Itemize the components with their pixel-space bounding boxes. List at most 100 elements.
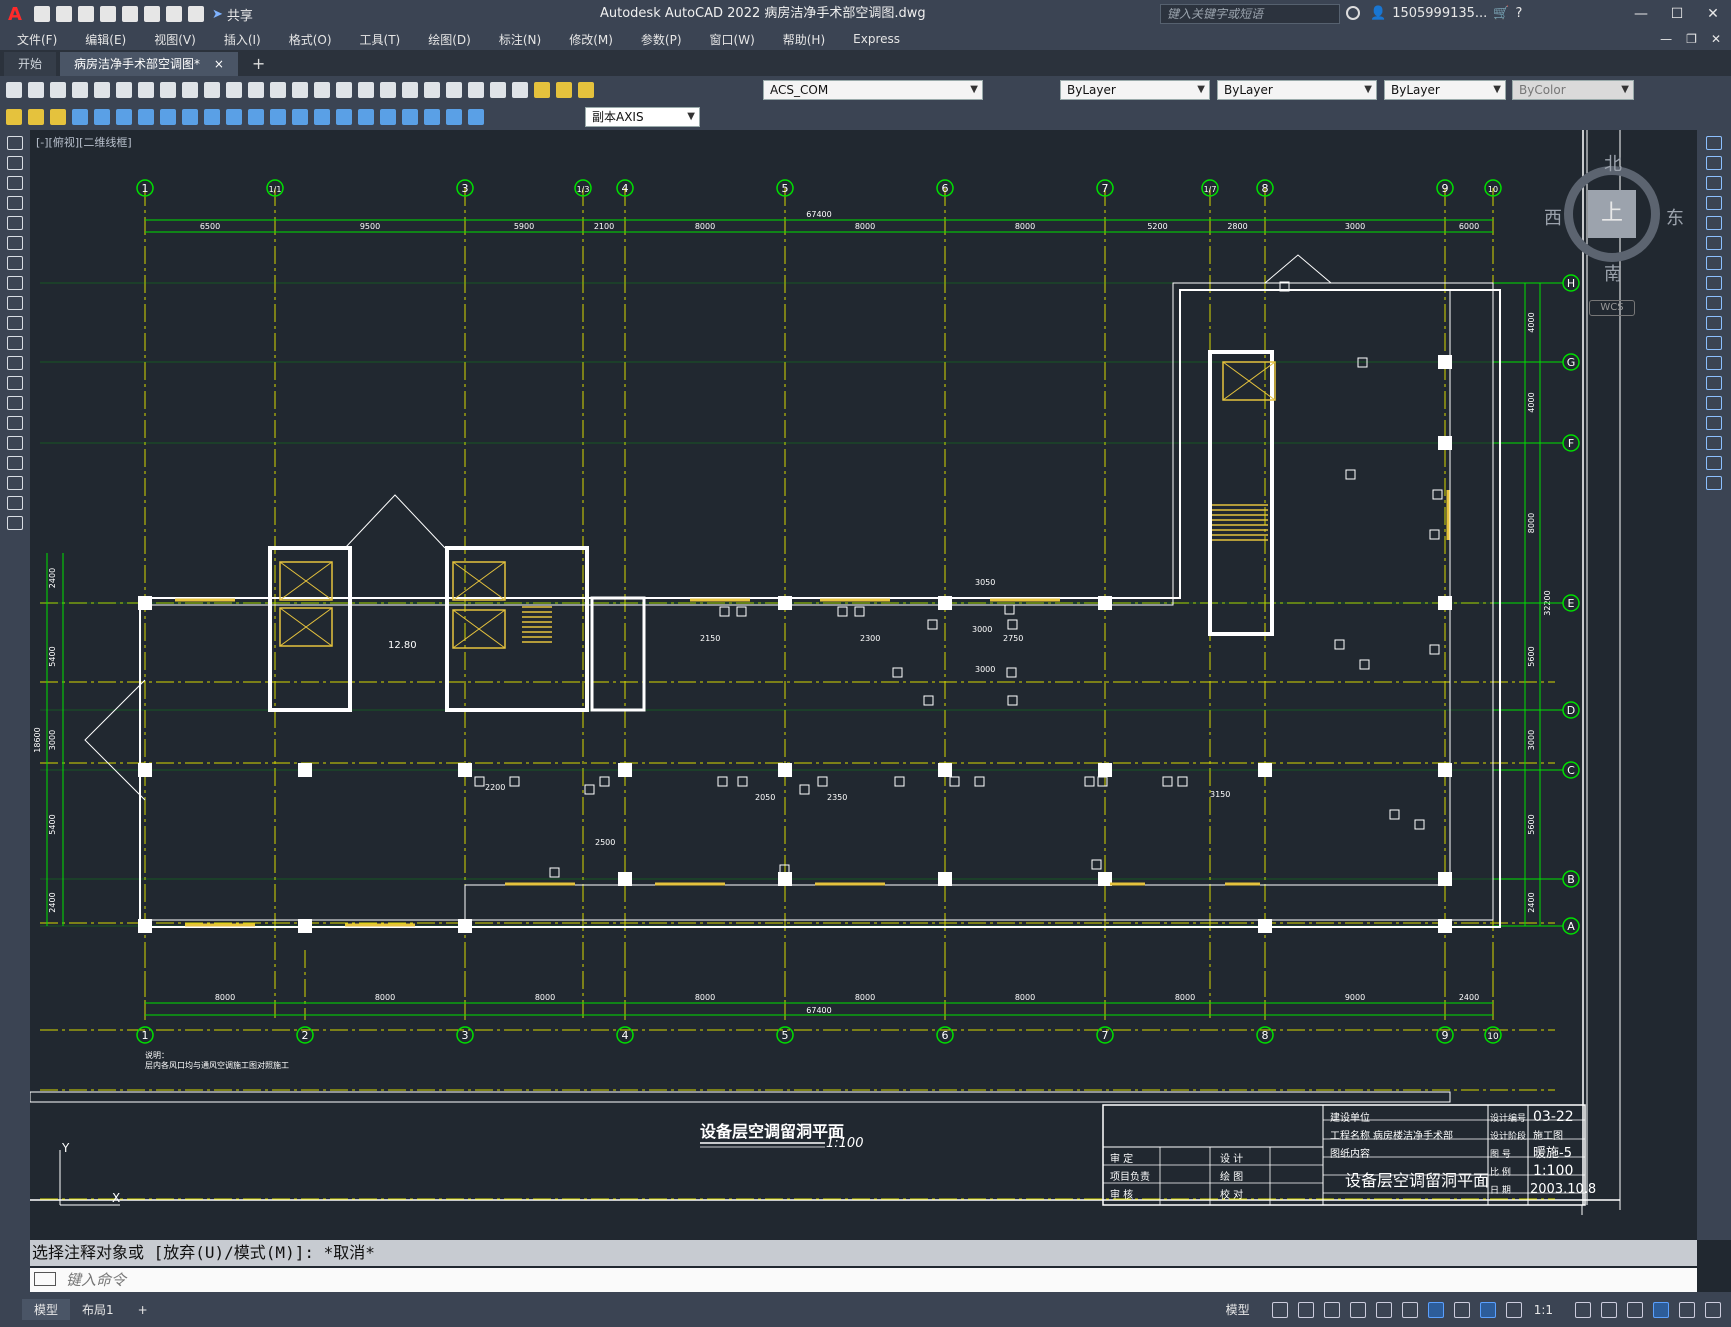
paste-icon[interactable] <box>182 82 198 98</box>
menu-tools[interactable]: 工具(T) <box>343 31 412 48</box>
web-mobile-icon[interactable] <box>122 6 138 22</box>
polyline-icon[interactable] <box>7 176 23 190</box>
undo-toolbar-icon[interactable] <box>226 82 242 98</box>
lineweight-icon[interactable] <box>1453 1301 1470 1318</box>
dim-continue-icon[interactable] <box>292 109 308 125</box>
doc-minimize-icon[interactable]: — <box>1660 32 1672 46</box>
add-selected-icon[interactable] <box>7 516 23 530</box>
open-file-icon[interactable] <box>56 6 72 22</box>
menu-express[interactable]: Express <box>836 32 911 46</box>
help-icon[interactable]: ? <box>1515 0 1522 28</box>
stretch-icon[interactable] <box>1706 296 1722 310</box>
quick-dim-icon[interactable] <box>248 109 264 125</box>
tolerance-icon[interactable] <box>358 109 374 125</box>
annotation-icon[interactable] <box>6 109 22 125</box>
save-as-icon[interactable] <box>100 6 116 22</box>
command-input[interactable]: 键入命令 <box>30 1268 1697 1292</box>
circle-icon[interactable] <box>7 256 23 270</box>
scale-icon[interactable] <box>1706 276 1722 290</box>
design-center-icon[interactable] <box>380 82 396 98</box>
mtext-icon[interactable] <box>7 496 23 510</box>
rectangle-icon[interactable] <box>7 216 23 230</box>
share-button[interactable]: ➤ 共享 <box>212 5 253 24</box>
make-block-icon[interactable] <box>7 376 23 390</box>
menu-format[interactable]: 格式(O) <box>272 31 343 48</box>
dim-radius-icon[interactable] <box>160 109 176 125</box>
menu-insert[interactable]: 插入(I) <box>207 31 272 48</box>
open-icon[interactable] <box>28 82 44 98</box>
close-icon[interactable]: ✕ <box>1695 0 1731 28</box>
table-icon[interactable] <box>7 476 23 490</box>
dimstyle-dropdown[interactable]: 副本AXIS ▼ <box>585 107 700 127</box>
minimize-icon[interactable]: — <box>1623 0 1659 28</box>
tab-start[interactable]: 开始 <box>4 52 57 76</box>
menu-modify[interactable]: 修改(M) <box>552 31 624 48</box>
jogged-linear-icon[interactable] <box>424 109 440 125</box>
trim-icon[interactable] <box>1706 316 1722 330</box>
cart-icon[interactable]: 🛒 <box>1493 0 1509 28</box>
offset-icon[interactable] <box>1706 196 1722 210</box>
explode-icon[interactable] <box>1706 476 1722 490</box>
compass-east[interactable]: 东 <box>1666 204 1684 230</box>
calculator-icon[interactable] <box>468 82 484 98</box>
dim-ordinate-icon[interactable] <box>138 109 154 125</box>
zoom-previous-icon[interactable] <box>336 82 352 98</box>
plot-toolbar-icon[interactable] <box>72 82 88 98</box>
annotation-2-icon[interactable] <box>28 109 44 125</box>
view-cube[interactable]: 上 北 南 东 西 WCS <box>1544 150 1684 316</box>
menu-edit[interactable]: 编辑(E) <box>68 31 137 48</box>
arc-icon[interactable] <box>7 236 23 250</box>
dim-baseline-icon[interactable] <box>270 109 286 125</box>
menu-file[interactable]: 文件(F) <box>0 31 68 48</box>
help-search-input[interactable]: 键入关键字或短语 <box>1160 4 1340 24</box>
tab-layout1[interactable]: 布局1 <box>70 1299 126 1320</box>
add-layout-button[interactable]: + <box>126 1301 160 1319</box>
view-cube-top-face[interactable]: 上 <box>1588 190 1636 238</box>
annotation-visibility-icon[interactable] <box>1479 1301 1496 1318</box>
dim-space-icon[interactable] <box>314 109 330 125</box>
properties-icon[interactable] <box>358 82 374 98</box>
dim-text-edit-icon[interactable] <box>468 109 484 125</box>
pan-icon[interactable] <box>270 82 286 98</box>
layer-dropdown[interactable]: ACS_COM ▼ <box>763 80 983 100</box>
help-toolbar-icon[interactable] <box>490 82 506 98</box>
clean-screen-icon[interactable] <box>1679 1301 1695 1318</box>
doc-restore-icon[interactable]: ❐ <box>1686 32 1697 46</box>
dim-linear-icon[interactable] <box>72 109 88 125</box>
revcloud-icon[interactable] <box>7 276 23 290</box>
command-prompt-icon[interactable] <box>34 1272 56 1286</box>
save-toolbar-icon[interactable] <box>50 82 66 98</box>
new-tab-button[interactable]: + <box>252 52 265 76</box>
redo-icon[interactable] <box>188 6 204 22</box>
osnap-icon[interactable] <box>1427 1301 1444 1318</box>
point-icon[interactable] <box>7 396 23 410</box>
polygon-icon[interactable] <box>7 196 23 210</box>
search-icon[interactable] <box>1346 6 1360 20</box>
insert-block-icon[interactable] <box>7 356 23 370</box>
command-line-handle[interactable] <box>0 1240 30 1292</box>
blend-icon[interactable] <box>1706 456 1722 470</box>
workspace-gear-icon[interactable] <box>1575 1301 1591 1318</box>
dim-angular-icon[interactable] <box>226 109 242 125</box>
menu-help[interactable]: 帮助(H) <box>766 31 836 48</box>
qnew-icon[interactable] <box>6 82 22 98</box>
isolate-icon[interactable] <box>1627 1301 1643 1318</box>
preview-icon[interactable] <box>94 82 110 98</box>
menu-draw[interactable]: 绘图(D) <box>411 31 482 48</box>
new-file-icon[interactable] <box>34 6 50 22</box>
sheet-set-icon[interactable] <box>424 82 440 98</box>
spline-icon[interactable] <box>7 296 23 310</box>
break-icon[interactable] <box>1706 376 1722 390</box>
annotation-3-icon[interactable] <box>50 109 66 125</box>
linetype-dropdown[interactable]: ByLayer ▼ <box>1217 80 1377 100</box>
compass-west[interactable]: 西 <box>1544 204 1562 230</box>
mirror-icon[interactable] <box>1706 176 1722 190</box>
doc-close-icon[interactable]: ✕ <box>1711 32 1721 46</box>
cut-icon[interactable] <box>138 82 154 98</box>
dim-aligned-icon[interactable] <box>94 109 110 125</box>
dim-jogged-icon[interactable] <box>182 109 198 125</box>
dim-edit-icon[interactable] <box>446 109 462 125</box>
hardware-accel-icon[interactable] <box>1653 1301 1669 1318</box>
zoom-realtime-icon[interactable] <box>292 82 308 98</box>
markup-icon[interactable] <box>446 82 462 98</box>
